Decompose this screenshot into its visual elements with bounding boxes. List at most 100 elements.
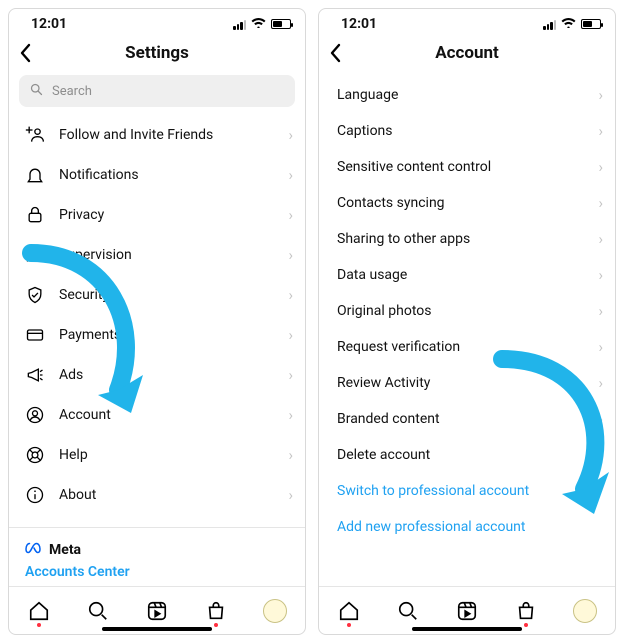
signal-icon	[233, 18, 246, 30]
chevron-right-icon: ›	[288, 206, 293, 224]
info-icon	[25, 485, 45, 505]
chevron-right-icon: ›	[598, 158, 603, 176]
wifi-icon	[251, 17, 266, 32]
settings-item-label: Account	[59, 407, 274, 423]
back-button[interactable]	[329, 43, 355, 63]
settings-list: Follow and Invite Friends › Notification…	[9, 115, 305, 586]
notification-dot	[214, 623, 218, 627]
chevron-right-icon: ›	[288, 406, 293, 424]
settings-item-follow-invite[interactable]: Follow and Invite Friends ›	[9, 115, 305, 155]
account-item-delete-account[interactable]: Delete account›	[319, 437, 615, 473]
list-item-label: Delete account	[337, 447, 598, 463]
settings-item-security[interactable]: Security ›	[9, 275, 305, 315]
chevron-right-icon: ›	[288, 166, 293, 184]
list-item-label: Language	[337, 87, 598, 103]
nav-search[interactable]	[84, 597, 112, 625]
account-link-switch-professional[interactable]: Switch to professional account	[319, 473, 615, 509]
settings-item-label: Security	[59, 287, 274, 303]
settings-item-payments[interactable]: Payments ›	[9, 315, 305, 355]
status-time: 12:01	[341, 16, 377, 32]
list-item-label: Sharing to other apps	[337, 231, 598, 247]
chevron-right-icon: ›	[598, 446, 603, 464]
nav-reels[interactable]	[453, 597, 481, 625]
nav-reels[interactable]	[143, 597, 171, 625]
notification-dot	[347, 623, 351, 627]
account-item-language[interactable]: Language›	[319, 77, 615, 113]
signal-icon	[543, 18, 556, 30]
battery-icon	[271, 19, 291, 29]
meta-block: Meta Accounts Center Control settings fo…	[9, 527, 305, 586]
nav-home[interactable]	[335, 597, 363, 625]
settings-item-label: Help	[59, 447, 274, 463]
account-link-add-professional[interactable]: Add new professional account	[319, 509, 615, 545]
status-icons	[543, 17, 601, 32]
settings-item-ads[interactable]: Ads ›	[9, 355, 305, 395]
nav-search[interactable]	[394, 597, 422, 625]
settings-item-account[interactable]: Account ›	[9, 395, 305, 435]
meta-brand-label: Meta	[49, 542, 81, 558]
home-indicator	[102, 627, 212, 631]
home-indicator	[412, 627, 522, 631]
account-item-request-verification[interactable]: Request verification›	[319, 329, 615, 365]
search-icon	[29, 82, 44, 101]
search-input[interactable]: Search	[19, 75, 295, 107]
page-title: Account	[355, 43, 579, 63]
nav-shop[interactable]	[202, 597, 230, 625]
account-item-original-photos[interactable]: Original photos›	[319, 293, 615, 329]
chevron-right-icon: ›	[598, 194, 603, 212]
settings-item-label: Follow and Invite Friends	[59, 127, 274, 143]
list-item-label: Review Activity	[337, 375, 598, 391]
status-icons	[233, 17, 291, 32]
settings-item-label: About	[59, 487, 274, 503]
search-placeholder: Search	[52, 84, 92, 99]
list-item-label: Original photos	[337, 303, 598, 319]
list-item-label: Captions	[337, 123, 598, 139]
list-item-label: Request verification	[337, 339, 598, 355]
account-item-contacts[interactable]: Contacts syncing›	[319, 185, 615, 221]
settings-item-label: Payments	[59, 327, 274, 343]
accounts-center-link[interactable]: Accounts Center	[25, 564, 289, 580]
account-item-review-activity[interactable]: Review Activity›	[319, 365, 615, 401]
nav-profile[interactable]	[261, 597, 289, 625]
chevron-right-icon: ›	[288, 286, 293, 304]
account-item-sensitive[interactable]: Sensitive content control›	[319, 149, 615, 185]
meta-brand-line: Meta	[25, 542, 289, 558]
nav-home[interactable]	[25, 597, 53, 625]
settings-screen: 12:01 Settings Search	[8, 8, 306, 635]
shield-icon	[25, 285, 45, 305]
chevron-right-icon: ›	[598, 374, 603, 392]
notification-dot	[524, 623, 528, 627]
nav-shop[interactable]	[512, 597, 540, 625]
nav-profile[interactable]	[571, 597, 599, 625]
settings-item-label: Privacy	[59, 207, 274, 223]
settings-item-notifications[interactable]: Notifications ›	[9, 155, 305, 195]
list-item-label: Add new professional account	[337, 519, 603, 535]
settings-item-help[interactable]: Help ›	[9, 435, 305, 475]
chevron-right-icon: ›	[288, 326, 293, 344]
settings-item-label: Notifications	[59, 167, 274, 183]
avatar	[573, 599, 597, 623]
settings-item-supervision[interactable]: Supervision ›	[9, 235, 305, 275]
battery-icon	[581, 19, 601, 29]
settings-item-about[interactable]: About ›	[9, 475, 305, 515]
list-item-label: Switch to professional account	[337, 483, 603, 499]
account-item-data-usage[interactable]: Data usage›	[319, 257, 615, 293]
chevron-right-icon: ›	[288, 446, 293, 464]
account-screen: 12:01 Account Language› Captions› Sensit…	[318, 8, 616, 635]
megaphone-icon	[25, 365, 45, 385]
settings-item-privacy[interactable]: Privacy ›	[9, 195, 305, 235]
back-button[interactable]	[19, 43, 45, 63]
account-item-sharing[interactable]: Sharing to other apps›	[319, 221, 615, 257]
chevron-right-icon: ›	[598, 230, 603, 248]
chevron-right-icon: ›	[598, 302, 603, 320]
wifi-icon	[561, 17, 576, 32]
meta-logo-icon	[25, 542, 43, 558]
account-item-branded-content[interactable]: Branded content›	[319, 401, 615, 437]
status-bar: 12:01	[319, 9, 615, 35]
help-icon	[25, 445, 45, 465]
account-item-captions[interactable]: Captions›	[319, 113, 615, 149]
nav-header: Settings	[9, 35, 305, 71]
settings-item-label: Ads	[59, 367, 274, 383]
supervision-icon	[25, 245, 45, 265]
status-time: 12:01	[31, 16, 67, 32]
